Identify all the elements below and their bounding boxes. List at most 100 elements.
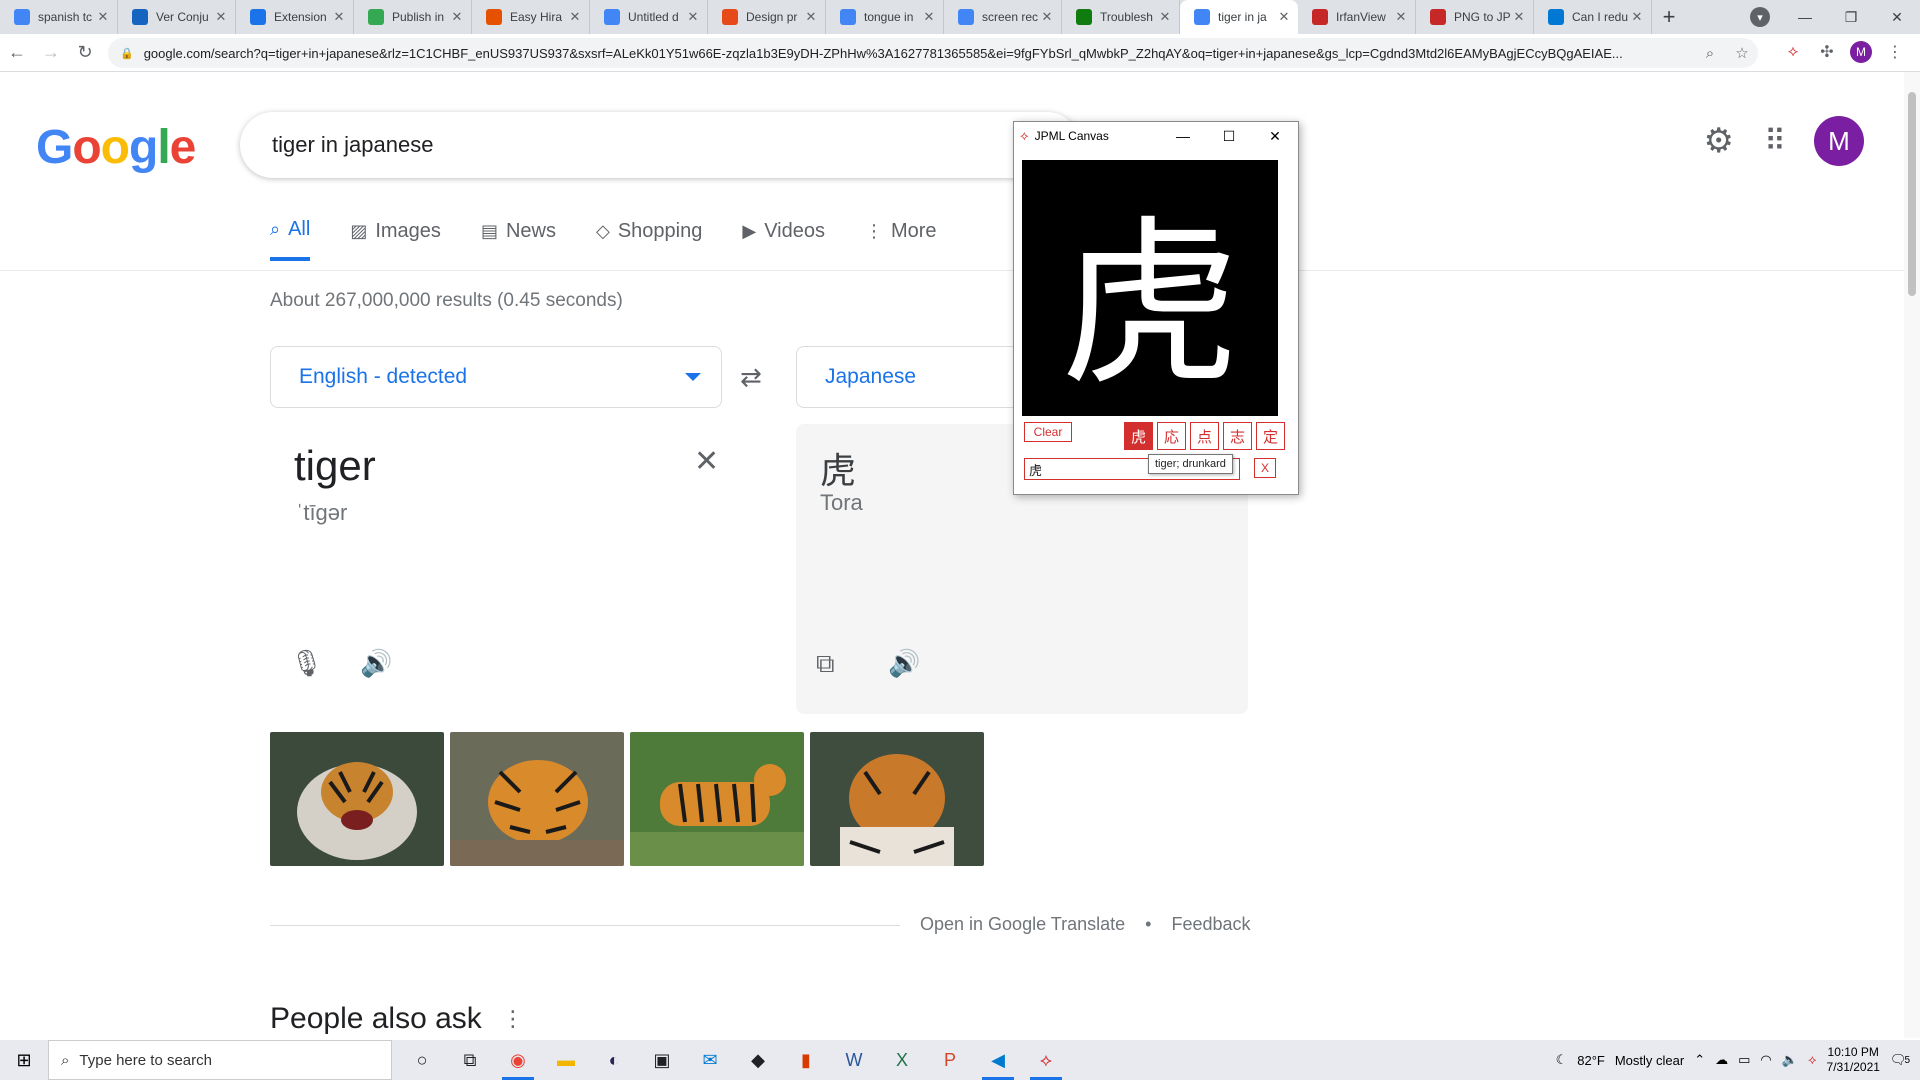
close-tab-icon[interactable]: ✕ — [1393, 9, 1409, 25]
close-window-button[interactable]: ✕ — [1874, 0, 1920, 34]
browser-tab[interactable]: Troublesh ✕ — [1062, 0, 1180, 34]
office-icon[interactable]: ▮ — [782, 1040, 830, 1080]
close-tab-icon[interactable]: ✕ — [1276, 9, 1292, 25]
reload-button[interactable]: ↻ — [68, 38, 102, 68]
gear-icon[interactable]: ⚙ — [1704, 121, 1734, 161]
swap-languages-icon[interactable]: ⇄ — [740, 362, 762, 393]
vscode-icon[interactable]: ◀ — [974, 1040, 1022, 1080]
close-tab-icon[interactable]: ✕ — [331, 9, 347, 25]
google-logo[interactable]: Google — [36, 120, 196, 175]
browser-tab[interactable]: Publish in ✕ — [354, 0, 472, 34]
weather-desc[interactable]: Mostly clear — [1615, 1053, 1684, 1068]
open-in-translate-link[interactable]: Open in Google Translate — [920, 914, 1125, 935]
close-tab-icon[interactable]: ✕ — [685, 9, 701, 25]
tab-images[interactable]: ▨ Images — [350, 218, 441, 261]
source-text[interactable]: tiger — [294, 442, 376, 490]
browser-tab[interactable]: PNG to JP ✕ — [1416, 0, 1534, 34]
kanji-candidate[interactable]: 定 — [1256, 422, 1285, 450]
browser-tab[interactable]: Ver Conju ✕ — [118, 0, 236, 34]
wifi-icon[interactable]: ◠ — [1760, 1052, 1771, 1068]
store-icon[interactable]: ▣ — [638, 1040, 686, 1080]
close-tab-icon[interactable]: ✕ — [95, 9, 111, 25]
clear-canvas-button[interactable]: Clear — [1024, 422, 1072, 442]
maximize-button[interactable]: ❐ — [1828, 0, 1874, 34]
address-bar[interactable]: 🔒 google.com/search?q=tiger+in+japanese&… — [108, 38, 1758, 68]
volume-icon[interactable]: 🔈 — [1782, 1052, 1798, 1068]
feedback-link[interactable]: Feedback — [1171, 914, 1250, 935]
new-tab-button[interactable]: + — [1652, 0, 1686, 34]
tab-videos[interactable]: ▶ Videos — [742, 218, 825, 261]
profile-avatar[interactable]: M — [1850, 41, 1872, 63]
close-tab-icon[interactable]: ✕ — [1157, 9, 1173, 25]
more-options-icon[interactable]: ⋮ — [502, 1006, 524, 1032]
chrome-taskbar-icon[interactable]: ◉ — [494, 1040, 542, 1080]
battery-icon[interactable]: ▭ — [1738, 1052, 1750, 1068]
eclipse-icon[interactable]: ◐ — [590, 1040, 638, 1080]
close-tab-icon[interactable]: ✕ — [449, 9, 465, 25]
page-scrollbar[interactable] — [1904, 72, 1920, 1038]
clear-text-icon[interactable]: ✕ — [694, 444, 719, 479]
apps-grid-icon[interactable]: ⠿ — [1764, 124, 1786, 159]
tiger-image-1[interactable] — [270, 732, 444, 866]
tab-search-button[interactable]: ▾ — [1750, 7, 1770, 27]
listen-source-icon[interactable]: 🔊 — [360, 648, 392, 679]
tab-more[interactable]: ⋮ More — [865, 218, 937, 261]
tiger-image-2[interactable] — [450, 732, 624, 866]
account-avatar[interactable]: M — [1814, 116, 1864, 166]
close-tab-icon[interactable]: ✕ — [803, 9, 819, 25]
kanji-candidate[interactable]: 点 — [1190, 422, 1219, 450]
chrome-menu-icon[interactable]: ⋮ — [1884, 41, 1906, 63]
jpml-extension-icon[interactable]: ⟡ — [1782, 41, 1804, 63]
tiger-image-4[interactable] — [810, 732, 984, 866]
browser-tab[interactable]: Extension ✕ — [236, 0, 354, 34]
zoom-icon[interactable]: ⌕ — [1694, 45, 1726, 62]
back-button[interactable]: ← — [0, 38, 34, 68]
taskbar-clock[interactable]: 10:10 PM 7/31/2021 — [1827, 1045, 1880, 1075]
close-tab-icon[interactable]: ✕ — [1629, 9, 1645, 25]
tab-shopping[interactable]: ◇ Shopping — [596, 218, 702, 261]
browser-tab[interactable]: spanish tc ✕ — [0, 0, 118, 34]
browser-tab[interactable]: tiger in ja ✕ — [1180, 0, 1298, 34]
mail-icon[interactable]: ✉ — [686, 1040, 734, 1080]
browser-tab[interactable]: Easy Hira ✕ — [472, 0, 590, 34]
windows-start-icon[interactable]: ⊞ — [0, 1040, 48, 1080]
jpml-title-bar[interactable]: ⟡ JPML Canvas — ☐ ✕ — [1014, 122, 1298, 150]
jpml-minimize-button[interactable]: — — [1160, 128, 1206, 144]
clear-input-button[interactable]: X — [1254, 458, 1276, 478]
tab-all[interactable]: ⌕ All — [270, 218, 311, 261]
browser-tab[interactable]: screen rec ✕ — [944, 0, 1062, 34]
jpml-taskbar-icon[interactable]: ⟡ — [1022, 1040, 1070, 1080]
jpml-close-button[interactable]: ✕ — [1252, 128, 1298, 145]
kanji-candidate[interactable]: 虎 — [1124, 422, 1153, 450]
close-tab-icon[interactable]: ✕ — [921, 9, 937, 25]
weather-moon-icon[interactable]: ☾ — [1556, 1052, 1568, 1068]
close-tab-icon[interactable]: ✕ — [213, 9, 229, 25]
kanji-candidate[interactable]: 応 — [1157, 422, 1186, 450]
listen-target-icon[interactable]: 🔊 — [888, 648, 920, 679]
search-input[interactable]: tiger in japanese — [240, 112, 1080, 178]
powerpoint-icon[interactable]: P — [926, 1040, 974, 1080]
scrollbar-thumb[interactable] — [1908, 92, 1916, 296]
source-language-select[interactable]: English - detected — [270, 346, 722, 408]
drawing-canvas[interactable]: 虎 — [1022, 160, 1278, 416]
cortana-icon[interactable]: ○ — [398, 1040, 446, 1080]
jpml-maximize-button[interactable]: ☐ — [1206, 128, 1252, 145]
forward-button[interactable]: → — [34, 38, 68, 68]
file-explorer-icon[interactable]: ▬ — [542, 1040, 590, 1080]
kanji-candidate[interactable]: 志 — [1223, 422, 1252, 450]
excel-icon[interactable]: X — [878, 1040, 926, 1080]
browser-tab[interactable]: Design pr ✕ — [708, 0, 826, 34]
minimize-button[interactable]: — — [1782, 0, 1828, 34]
jpml-tray-icon[interactable]: ⟡ — [1808, 1052, 1817, 1068]
word-icon[interactable]: W — [830, 1040, 878, 1080]
extensions-puzzle-icon[interactable]: ✣ — [1816, 41, 1838, 63]
copy-icon[interactable]: ⧉ — [816, 648, 835, 680]
browser-tab[interactable]: Can I redu ✕ — [1534, 0, 1652, 34]
chevron-up-icon[interactable]: ⌃ — [1694, 1052, 1705, 1068]
onedrive-icon[interactable]: ☁ — [1715, 1052, 1728, 1068]
browser-tab[interactable]: Untitled d ✕ — [590, 0, 708, 34]
app-black-icon[interactable]: ◆ — [734, 1040, 782, 1080]
microphone-icon[interactable]: 🎙 — [290, 648, 323, 679]
browser-tab[interactable]: tongue in ✕ — [826, 0, 944, 34]
close-tab-icon[interactable]: ✕ — [567, 9, 583, 25]
